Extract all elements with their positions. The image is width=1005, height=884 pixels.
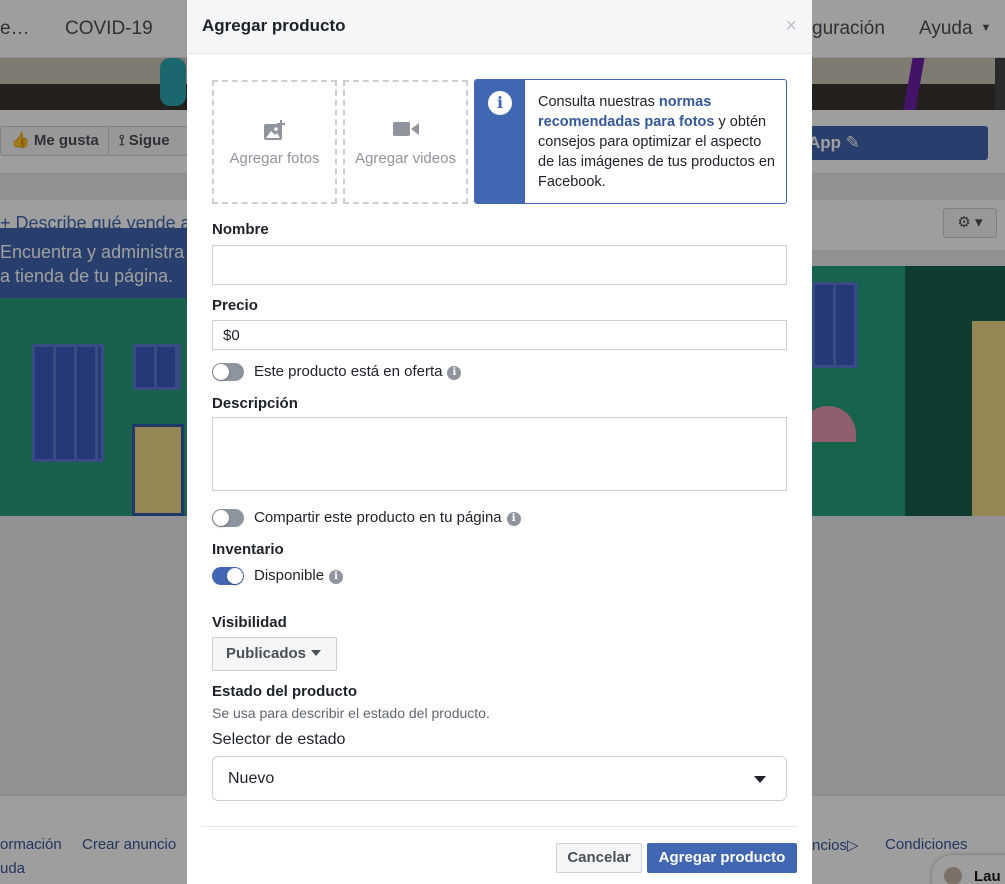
available-label: Disponible bbox=[254, 567, 325, 584]
name-input[interactable] bbox=[212, 245, 787, 285]
add-videos-button[interactable]: Agregar videos bbox=[343, 80, 468, 204]
available-row: Disponible i bbox=[212, 565, 512, 587]
info-icon: i bbox=[488, 91, 512, 115]
info-icon[interactable]: i bbox=[506, 512, 521, 526]
share-label: Compartir este producto en tu página bbox=[254, 509, 502, 526]
on-sale-toggle[interactable] bbox=[212, 363, 244, 381]
close-icon[interactable]: × bbox=[785, 16, 797, 36]
toggle-knob bbox=[213, 510, 229, 526]
cancel-button[interactable]: Cancelar bbox=[556, 843, 642, 873]
video-camera-icon bbox=[392, 122, 419, 136]
footer-divider bbox=[201, 826, 798, 827]
price-label: Precio bbox=[212, 297, 258, 314]
condition-help-text: Se usa para describir el estado del prod… bbox=[212, 705, 490, 721]
condition-value: Nuevo bbox=[228, 770, 275, 787]
photo-icon bbox=[263, 120, 285, 140]
on-sale-label: Este producto está en oferta bbox=[254, 363, 443, 380]
photo-guidelines-text: Consulta nuestras normas recomendadas pa… bbox=[538, 92, 778, 192]
caret-down-icon bbox=[754, 776, 766, 783]
add-product-button[interactable]: Agregar producto bbox=[647, 843, 797, 873]
on-sale-row: Este producto está en oferta i bbox=[212, 361, 612, 383]
add-product-dialog: Agregar producto × Agregar fotos Agregar… bbox=[187, 0, 812, 884]
info-text-prefix: Consulta nuestras bbox=[538, 94, 659, 110]
description-label: Descripción bbox=[212, 395, 298, 412]
add-photos-label: Agregar fotos bbox=[229, 150, 320, 167]
visibility-value: Publicados bbox=[226, 645, 307, 662]
info-notice-side: i bbox=[475, 80, 525, 203]
add-videos-label: Agregar videos bbox=[355, 150, 456, 167]
info-icon[interactable]: i bbox=[329, 570, 344, 584]
name-label: Nombre bbox=[212, 221, 269, 238]
dialog-header: Agregar producto × bbox=[187, 0, 812, 54]
toggle-knob bbox=[213, 364, 229, 380]
add-photos-button[interactable]: Agregar fotos bbox=[212, 80, 337, 204]
condition-label: Estado del producto bbox=[212, 683, 358, 700]
visibility-label: Visibilidad bbox=[212, 614, 287, 631]
condition-select[interactable]: Nuevo bbox=[212, 756, 787, 801]
toggle-knob bbox=[227, 568, 243, 584]
caret-down-icon bbox=[311, 650, 322, 656]
share-toggle[interactable] bbox=[212, 509, 244, 527]
photo-guidelines-notice: i Consulta nuestras normas recomendadas … bbox=[474, 79, 787, 204]
available-toggle[interactable] bbox=[212, 567, 244, 585]
price-input[interactable] bbox=[212, 320, 787, 350]
inventory-label: Inventario bbox=[212, 541, 284, 558]
info-icon[interactable]: i bbox=[447, 366, 462, 380]
description-textarea[interactable] bbox=[212, 417, 787, 491]
visibility-dropdown[interactable]: Publicados bbox=[212, 637, 337, 671]
condition-selector-label: Selector de estado bbox=[212, 731, 346, 748]
dialog-title: Agregar producto bbox=[202, 16, 346, 35]
share-row: Compartir este producto en tu página i bbox=[212, 507, 612, 529]
